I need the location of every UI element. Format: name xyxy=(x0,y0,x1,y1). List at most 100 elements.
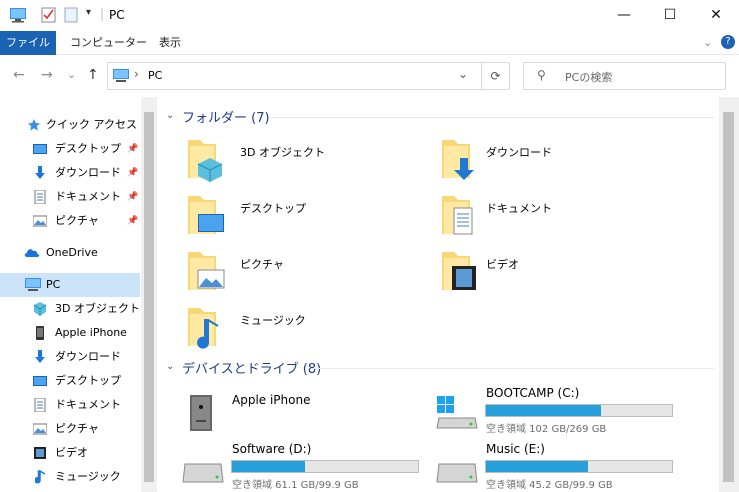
collapse-chevron-icon: ⌄ xyxy=(166,110,175,121)
folder-label: ピクチャ xyxy=(240,258,284,271)
address-dropdown-icon[interactable]: ⌄ xyxy=(458,67,468,81)
sidebar-label: 3D オブジェクト xyxy=(55,302,140,315)
sidebar-item-pictures-pc[interactable]: ピクチャ xyxy=(0,417,140,441)
sidebar-label: ピクチャ xyxy=(55,422,99,435)
sidebar-item-downloads-pc[interactable]: ダウンロード xyxy=(0,345,140,369)
document-icon xyxy=(34,398,46,412)
refresh-button[interactable]: ⟳ xyxy=(481,62,510,90)
back-button[interactable]: ← xyxy=(13,67,25,83)
close-button[interactable]: ✕ xyxy=(693,0,739,31)
drive-free-space: 空き領域 45.2 GB/99.9 GB xyxy=(486,480,613,491)
drive-label: Software (D:) xyxy=(232,442,312,456)
drive-usage-bar xyxy=(485,404,673,417)
group-divider xyxy=(270,117,714,118)
sidebar-item-desktop-pc[interactable]: デスクトップ xyxy=(0,369,140,393)
group-title: フォルダー (7) xyxy=(182,111,270,126)
sidebar-item-pc[interactable]: PC xyxy=(0,273,140,297)
sidebar-label: ダウンロード xyxy=(55,350,121,363)
group-divider xyxy=(312,368,714,369)
folder-desktop[interactable]: デスクトップ xyxy=(180,194,420,246)
iphone-device-icon xyxy=(190,395,212,431)
download-icon xyxy=(35,350,45,363)
quick-access-toolbar-dropdown-icon[interactable]: ▾ xyxy=(86,7,91,23)
folder-label: デスクトップ xyxy=(240,202,306,215)
folder-downloads[interactable]: ダウンロード xyxy=(426,138,666,190)
path-separator-icon[interactable]: › xyxy=(134,67,139,81)
forward-button[interactable]: → xyxy=(41,67,53,83)
pictures-folder-icon xyxy=(188,252,225,290)
drive-usage-bar xyxy=(231,460,419,473)
search-icon: ⚲ xyxy=(537,68,546,82)
sidebar-item-onedrive[interactable]: OneDrive xyxy=(0,241,140,265)
up-button[interactable]: ↑ xyxy=(87,67,99,83)
address-bar[interactable]: › PC ⌄ xyxy=(107,62,510,90)
3d-objects-folder-icon xyxy=(188,140,223,182)
folder-label: ドキュメント xyxy=(486,202,552,215)
group-header-devices[interactable]: ⌄ デバイスとドライブ (8) xyxy=(166,358,321,378)
pin-icon: 📌 xyxy=(127,216,139,226)
tab-computer[interactable]: コンピューター xyxy=(62,31,155,55)
address-path[interactable]: PC xyxy=(148,69,162,82)
desktop-folder-icon xyxy=(188,196,224,234)
folder-label: 3D オブジェクト xyxy=(240,146,325,159)
group-header-folders[interactable]: ⌄ フォルダー (7) xyxy=(166,107,270,127)
maximize-button[interactable]: ☐ xyxy=(647,0,693,31)
sidebar-item-apple-iphone[interactable]: Apple iPhone xyxy=(0,321,140,345)
drive-free-space: 空き領域 102 GB/269 GB xyxy=(486,424,607,435)
folder-label: ミュージック xyxy=(240,314,306,327)
sidebar-item-pictures[interactable]: ピクチャ 📌 xyxy=(0,209,140,233)
document-icon xyxy=(34,190,46,204)
sidebar-label: デスクトップ xyxy=(55,374,121,387)
music-folder-icon xyxy=(188,308,219,349)
drive-music-e[interactable]: Music (E:) 空き領域 45.2 GB/99.9 GB xyxy=(435,442,695,491)
device-apple-iphone[interactable]: Apple iPhone xyxy=(181,393,441,441)
drive-free-space: 空き領域 61.1 GB/99.9 GB xyxy=(232,480,359,491)
properties-icon[interactable] xyxy=(41,7,56,23)
tab-file[interactable]: ファイル xyxy=(0,31,56,55)
computer-icon xyxy=(113,69,129,82)
folder-videos[interactable]: ビデオ xyxy=(426,250,666,302)
ribbon-expand-icon[interactable]: ⌄ xyxy=(695,31,720,55)
sidebar-label: ミュージック xyxy=(55,470,121,483)
sidebar-item-desktop[interactable]: デスクトップ 📌 xyxy=(0,137,140,161)
sidebar-scrollbar-thumb[interactable] xyxy=(144,112,154,482)
drive-usage-bar xyxy=(485,460,673,473)
folder-music[interactable]: ミュージック xyxy=(180,306,420,358)
pin-icon: 📌 xyxy=(127,144,139,154)
sidebar-item-documents-pc[interactable]: ドキュメント xyxy=(0,393,140,417)
folder-documents[interactable]: ドキュメント xyxy=(426,194,666,246)
content-scrollbar-thumb[interactable] xyxy=(723,112,734,482)
drive-software-d[interactable]: Software (D:) 空き領域 61.1 GB/99.9 GB xyxy=(181,442,441,491)
recent-locations-button[interactable]: ⌄ xyxy=(67,68,76,81)
drive-usage-fill xyxy=(486,461,589,472)
sidebar-item-music[interactable]: ミュージック xyxy=(0,465,140,489)
documents-folder-icon xyxy=(442,196,473,235)
tab-view[interactable]: 表示 xyxy=(151,31,189,55)
folder-3d-objects[interactable]: 3D オブジェクト xyxy=(180,138,420,190)
group-title: デバイスとドライブ (8) xyxy=(182,362,322,377)
sidebar-item-videos[interactable]: ビデオ xyxy=(0,441,140,465)
title-separator: | xyxy=(100,7,105,21)
drive-usage-fill xyxy=(486,405,602,416)
videos-folder-icon xyxy=(442,252,476,290)
folder-pictures[interactable]: ピクチャ xyxy=(180,250,420,302)
sidebar-item-downloads[interactable]: ダウンロード 📌 xyxy=(0,161,140,185)
search-box[interactable]: ⚲ PCの検索 xyxy=(523,62,726,90)
sidebar-item-documents[interactable]: ドキュメント 📌 xyxy=(0,185,140,209)
new-folder-icon[interactable] xyxy=(64,7,78,23)
drive-label: Music (E:) xyxy=(486,442,545,456)
minimize-button[interactable]: — xyxy=(601,0,647,31)
drive-label: Apple iPhone xyxy=(232,393,311,407)
help-icon[interactable]: ? xyxy=(721,35,735,49)
computer-icon[interactable] xyxy=(9,7,27,23)
sidebar-label: ドキュメント xyxy=(55,398,121,411)
folder-label: ビデオ xyxy=(486,258,519,271)
sidebar-item-quick-access[interactable]: クイック アクセス xyxy=(0,113,140,137)
sidebar-label: Apple iPhone xyxy=(55,326,127,339)
sidebar-label: ピクチャ xyxy=(55,214,99,227)
desktop-icon xyxy=(33,144,47,154)
cube-icon xyxy=(33,302,47,316)
sidebar-item-3d-objects[interactable]: 3D オブジェクト xyxy=(0,297,140,321)
drive-bootcamp-c[interactable]: BOOTCAMP (C:) 空き領域 102 GB/269 GB xyxy=(435,386,695,435)
hard-drive-icon xyxy=(182,463,224,483)
